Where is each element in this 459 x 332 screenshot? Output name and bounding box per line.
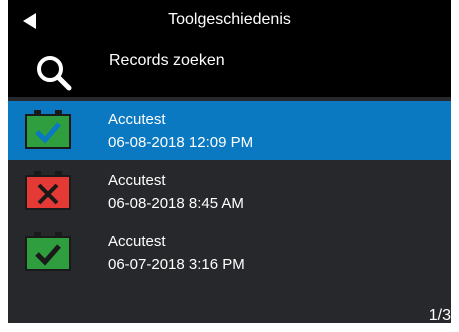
screen: Toolgeschiedenis Records zoeken Accutest… bbox=[8, 0, 451, 332]
bottom-edge bbox=[8, 323, 451, 332]
header-bar: Toolgeschiedenis bbox=[8, 0, 451, 40]
battery-pass-icon bbox=[25, 232, 71, 271]
record-name: Accutest bbox=[108, 111, 166, 128]
record-item[interactable]: Accutest 06-08-2018 12:09 PM bbox=[8, 101, 451, 160]
record-item[interactable]: Accutest 06-08-2018 8:45 AM bbox=[8, 162, 451, 221]
back-arrow-icon[interactable] bbox=[20, 11, 40, 31]
battery-pass-icon bbox=[25, 110, 71, 149]
record-name: Accutest bbox=[108, 233, 166, 250]
search-records-label: Records zoeken bbox=[109, 52, 225, 69]
record-datetime: 06-08-2018 12:09 PM bbox=[108, 134, 254, 151]
record-name: Accutest bbox=[108, 172, 166, 189]
record-item[interactable]: Accutest 06-07-2018 3:16 PM bbox=[8, 223, 451, 282]
search-icon bbox=[37, 56, 72, 91]
record-datetime: 06-07-2018 3:16 PM bbox=[108, 256, 245, 273]
record-datetime: 06-08-2018 8:45 AM bbox=[108, 195, 244, 212]
battery-fail-icon bbox=[25, 171, 71, 210]
page-title: Toolgeschiedenis bbox=[168, 11, 291, 28]
search-records-button[interactable]: Records zoeken bbox=[8, 40, 451, 97]
